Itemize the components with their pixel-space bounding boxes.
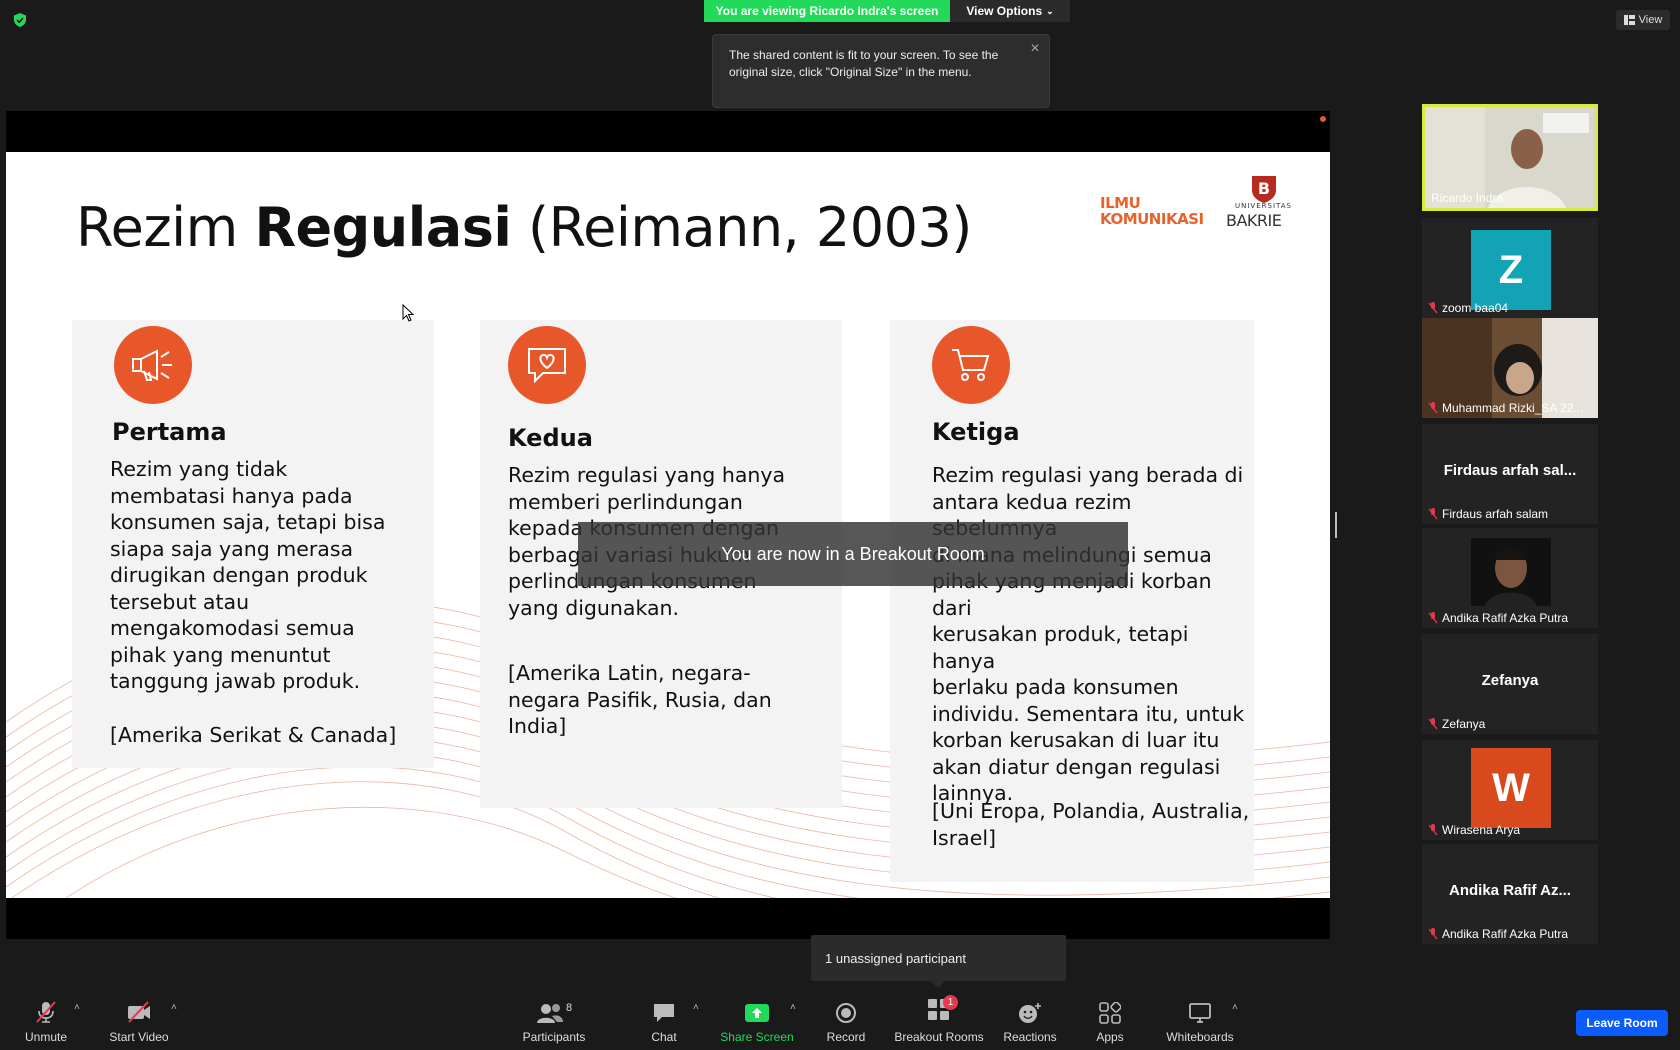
chevron-up-icon[interactable]: ˄ xyxy=(693,1002,699,1013)
card-heading: Pertama xyxy=(112,418,227,446)
muted-mic-icon xyxy=(1428,718,1438,730)
view-options-button[interactable]: View Options ⌄ xyxy=(950,0,1070,22)
participant-name: Andika Rafif Azka Putra xyxy=(1428,927,1568,941)
participant-tile[interactable]: Z zoom baa04 xyxy=(1422,218,1598,318)
megaphone-icon xyxy=(114,326,192,404)
close-icon[interactable]: × xyxy=(1027,41,1043,57)
logo-komunikasi: KOMUNIKASI xyxy=(1100,210,1204,228)
smiley-plus-icon xyxy=(1019,1003,1041,1023)
card-body: Rezim yang tidak membatasi hanya pada ko… xyxy=(110,457,386,693)
participant-tile[interactable]: Andika Rafif Az... Andika Rafif Azka Put… xyxy=(1422,844,1598,944)
participant-tile[interactable]: Andika Rafif Azka Putra xyxy=(1422,528,1598,628)
chevron-up-icon[interactable]: ˄ xyxy=(1232,1002,1238,1013)
mouse-cursor-icon xyxy=(402,304,414,322)
university-logo: B ILMU KOMUNIKASI BAKRIE UNIVERSITAS xyxy=(1100,174,1310,234)
chat-icon xyxy=(654,1004,674,1022)
slide-title: Rezim Regulasi (Reimann, 2003) xyxy=(76,196,972,259)
card-heading: Ketiga xyxy=(932,418,1020,446)
participant-name: Firdaus arfah salam xyxy=(1428,507,1548,521)
cart-icon xyxy=(932,326,1010,404)
card-countries: [Amerika Latin, negara- negara Pasifik, … xyxy=(508,661,772,738)
muted-mic-icon xyxy=(1428,612,1438,624)
muted-mic-icon xyxy=(1428,508,1438,520)
chat-heart-icon xyxy=(508,326,586,404)
title-prefix: Rezim xyxy=(76,196,255,259)
chevron-up-icon[interactable]: ˄ xyxy=(171,1002,177,1013)
chevron-down-icon: ⌄ xyxy=(1046,5,1054,16)
card-pertama: Pertama Rezim yang tidak membatasi hanya… xyxy=(72,320,434,768)
chevron-up-icon[interactable]: ˄ xyxy=(74,1002,80,1013)
muted-mic-icon xyxy=(1428,402,1438,414)
view-button-label: View xyxy=(1638,14,1663,26)
reactions-button[interactable]: Reactions xyxy=(1000,992,1060,1050)
popup-pointer xyxy=(930,980,946,988)
tooltip-text: The shared content is fit to your screen… xyxy=(729,48,999,79)
title-bold: Regulasi xyxy=(254,196,512,259)
unassigned-participant-notice[interactable]: 1 unassigned participant xyxy=(811,935,1066,981)
avatar: Z xyxy=(1471,230,1551,310)
participant-name: Andika Rafif Azka Putra xyxy=(1428,611,1568,625)
participant-tile[interactable]: Ricardo Indra xyxy=(1422,104,1598,211)
chat-button[interactable]: Chat xyxy=(644,992,684,1050)
muted-mic-icon xyxy=(1428,824,1438,836)
card-heading: Kedua xyxy=(508,424,593,452)
panel-resize-handle[interactable] xyxy=(1335,512,1337,538)
record-icon xyxy=(836,1003,856,1023)
svg-text:B: B xyxy=(1258,179,1270,198)
participant-name: zoom baa04 xyxy=(1428,301,1508,315)
shield-logo-icon: B xyxy=(1252,176,1276,203)
card-countries: [Uni Eropa, Polandia, Australia, Israel] xyxy=(932,799,1250,850)
whiteboards-button[interactable]: Whiteboards xyxy=(1162,992,1238,1050)
muted-mic-icon xyxy=(36,1001,56,1023)
participant-display-name: Firdaus arfah sal... xyxy=(1443,462,1577,479)
participant-name: Wirasena Arya xyxy=(1428,823,1520,837)
card-body: Rezim regulasi yang berada di antara ked… xyxy=(932,463,1245,805)
fit-to-screen-tooltip: The shared content is fit to your screen… xyxy=(712,34,1050,108)
participant-video-frame xyxy=(1471,538,1551,606)
view-button[interactable]: View xyxy=(1616,10,1670,30)
meeting-toolbar: Unmute ˄ Start Video ˄ 8 Participants Ch… xyxy=(0,992,1680,1050)
breakout-room-notification: You are now in a Breakout Room xyxy=(578,522,1128,586)
participants-count: 8 xyxy=(565,1002,573,1014)
muted-mic-icon xyxy=(1428,928,1438,940)
share-screen-button[interactable]: Share Screen xyxy=(718,992,796,1050)
viewing-screen-banner: You are viewing Ricardo Indra's screen xyxy=(704,0,950,22)
logo-bakrie: BAKRIE xyxy=(1226,211,1282,230)
share-indicator-dot xyxy=(1320,116,1326,122)
participant-display-name: Zefanya xyxy=(1481,672,1539,689)
participant-tile[interactable]: W Wirasena Arya xyxy=(1422,740,1598,840)
participant-tile[interactable]: Muhammad Rizki_SA 22... xyxy=(1422,318,1598,418)
record-button[interactable]: Record xyxy=(820,992,872,1050)
grid-view-icon xyxy=(1623,15,1635,25)
participant-name: Muhammad Rizki_SA 22... xyxy=(1428,401,1583,415)
start-video-button[interactable]: Start Video xyxy=(104,992,174,1050)
share-screen-icon xyxy=(745,1004,769,1022)
video-off-icon xyxy=(128,1001,150,1023)
title-suffix: (Reimann, 2003) xyxy=(511,196,972,259)
participant-tile[interactable]: Zefanya Zefanya xyxy=(1422,634,1598,734)
logo-universitas: UNIVERSITAS xyxy=(1235,202,1292,210)
participant-tile[interactable]: Firdaus arfah sal... Firdaus arfah salam xyxy=(1422,424,1598,524)
view-options-label: View Options xyxy=(966,4,1043,18)
participants-button[interactable]: 8 Participants xyxy=(516,992,592,1050)
unmute-button[interactable]: Unmute xyxy=(16,992,76,1050)
card-countries: [Amerika Serikat & Canada] xyxy=(110,723,397,747)
participants-icon xyxy=(536,1004,563,1023)
participant-name: Zefanya xyxy=(1428,717,1485,731)
chevron-up-icon[interactable]: ˄ xyxy=(790,1002,796,1013)
participant-display-name: Andika Rafif Az... xyxy=(1449,882,1571,899)
whiteboard-icon xyxy=(1189,1003,1211,1023)
apps-button[interactable]: Apps xyxy=(1090,992,1130,1050)
avatar: W xyxy=(1471,748,1551,828)
breakout-rooms-button[interactable]: 1 Breakout Rooms xyxy=(892,992,986,1050)
muted-mic-icon xyxy=(1428,302,1438,314)
leave-room-button[interactable]: Leave Room xyxy=(1576,1010,1668,1036)
breakout-badge: 1 xyxy=(943,995,958,1010)
apps-icon xyxy=(1099,1002,1121,1024)
participant-name: Ricardo Indra xyxy=(1431,191,1504,205)
card-ketiga: Ketiga Rezim regulasi yang berada di ant… xyxy=(890,320,1254,882)
security-shield-icon[interactable] xyxy=(12,12,28,28)
